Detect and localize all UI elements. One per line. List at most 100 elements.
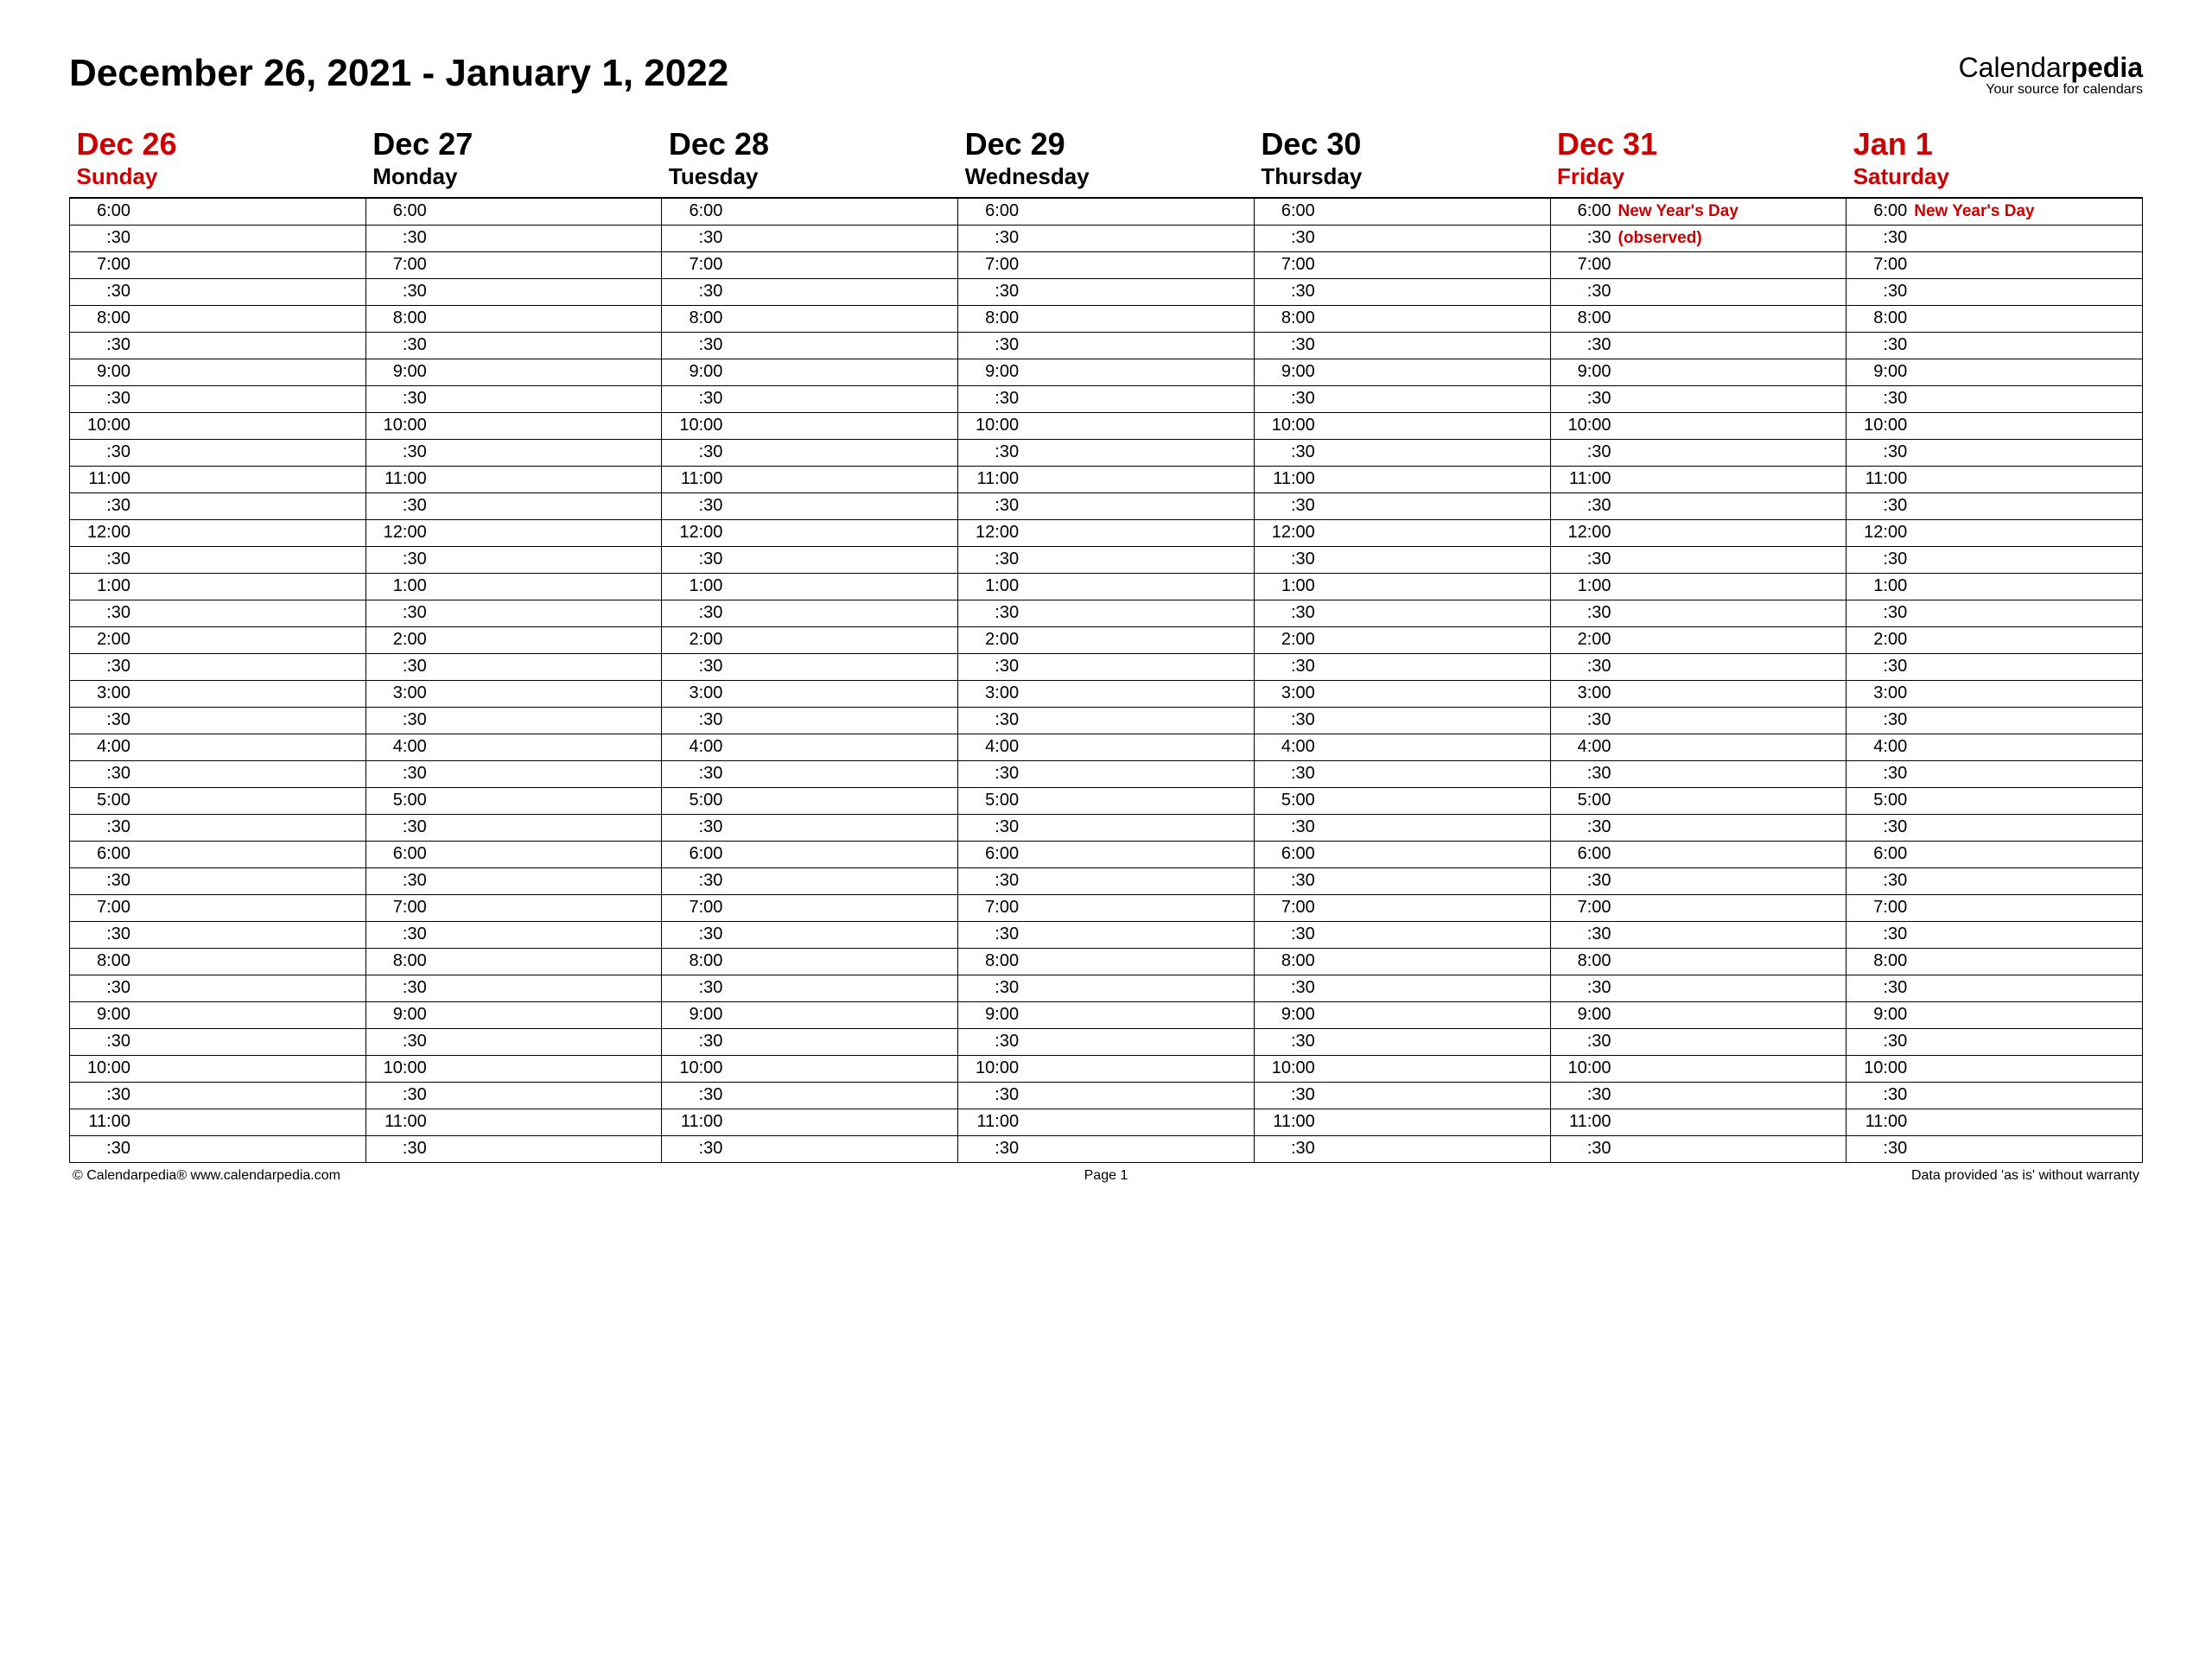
time-cell: :30 [70, 867, 366, 894]
time-label: 3:00 [1847, 683, 1910, 703]
time-cell: :30 [365, 332, 662, 359]
time-cell: 11:00 [70, 466, 366, 492]
time-label: 6:00 [1551, 844, 1615, 864]
time-row: 8:008:008:008:008:008:008:00 [70, 948, 2143, 975]
time-row: :30:30:30:30:30:30:30 [70, 278, 2143, 305]
time-cell: 5:00 [1847, 787, 2143, 814]
time-cell: :30 [365, 225, 662, 251]
time-label: :30 [958, 710, 1022, 730]
time-cell: :30 [958, 225, 1255, 251]
time-cell: 7:00 [958, 251, 1255, 278]
time-cell: 12:00 [958, 519, 1255, 546]
time-cell: :30 [958, 1028, 1255, 1055]
time-cell: 10:00 [1847, 412, 2143, 439]
time-label: 8:00 [70, 951, 134, 971]
time-cell: 12:00 [70, 519, 366, 546]
time-label: :30 [1551, 389, 1615, 409]
time-cell: 7:00 [365, 251, 662, 278]
time-label: :30 [70, 228, 134, 248]
time-cell: :30 [365, 439, 662, 466]
time-cell: :30 [958, 385, 1255, 412]
time-cell: :30 [365, 1028, 662, 1055]
time-row: :30:30:30:30:30:30:30 [70, 439, 2143, 466]
time-label: 6:00 [1255, 844, 1319, 864]
time-label: :30 [70, 335, 134, 355]
time-cell: :30 [70, 707, 366, 734]
time-cell: :30 [70, 1028, 366, 1055]
time-label: 1:00 [70, 576, 134, 596]
time-cell: :30 [958, 332, 1255, 359]
time-label: :30 [662, 603, 726, 623]
time-cell: 7:00 [70, 251, 366, 278]
time-row: :30:30:30:30:30:30:30 [70, 332, 2143, 359]
time-label: :30 [1847, 1139, 1910, 1159]
time-cell: 9:00 [70, 1001, 366, 1028]
time-label: :30 [70, 657, 134, 677]
time-label: :30 [958, 657, 1022, 677]
time-label: 11:00 [958, 469, 1022, 489]
time-cell: :30 [365, 492, 662, 519]
time-cell: 5:00 [958, 787, 1255, 814]
header: December 26, 2021 - January 1, 2022 Cale… [69, 52, 2143, 98]
time-label: :30 [1551, 764, 1615, 784]
time-label: 10:00 [662, 1058, 726, 1078]
time-row: 2:002:002:002:002:002:002:00 [70, 626, 2143, 653]
time-label: :30 [366, 496, 430, 516]
time-cell: :30 [1550, 814, 1847, 841]
time-row: 7:007:007:007:007:007:007:00 [70, 251, 2143, 278]
time-label: :30 [366, 1139, 430, 1159]
time-cell: 12:00 [662, 519, 958, 546]
time-cell: 6:00 [365, 198, 662, 226]
day-name: Friday [1557, 163, 1840, 190]
time-label: 2:00 [1847, 630, 1910, 650]
time-label: :30 [366, 817, 430, 837]
time-cell: :30 [958, 653, 1255, 680]
time-label: 10:00 [366, 1058, 430, 1078]
time-label: 7:00 [70, 898, 134, 918]
time-cell: :30 [365, 385, 662, 412]
time-cell: :30 [1254, 921, 1550, 948]
time-label: :30 [366, 389, 430, 409]
time-cell: 2:00 [365, 626, 662, 653]
time-cell: 6:00 [662, 198, 958, 226]
time-label: :30 [1551, 1139, 1615, 1159]
time-label: :30 [1847, 282, 1910, 302]
time-cell: :30 [365, 921, 662, 948]
time-label: :30 [1551, 817, 1615, 837]
time-cell: :30 [70, 492, 366, 519]
day-name: Saturday [1853, 163, 2136, 190]
time-label: :30 [366, 1085, 430, 1105]
time-label: 12:00 [366, 523, 430, 543]
time-label: 7:00 [662, 898, 726, 918]
time-label: :30 [958, 978, 1022, 998]
time-cell: 11:00 [365, 466, 662, 492]
time-cell: 1:00 [70, 573, 366, 600]
time-label: 8:00 [662, 951, 726, 971]
brand-right: pedia [2070, 52, 2143, 83]
time-cell: 11:00 [958, 1109, 1255, 1135]
time-label: :30 [70, 817, 134, 837]
time-cell: 7:00 [1847, 251, 2143, 278]
time-label: 6:00 [1847, 844, 1910, 864]
time-cell: :30(observed) [1550, 225, 1847, 251]
time-label: 11:00 [70, 469, 134, 489]
time-label: 9:00 [1255, 1005, 1319, 1025]
time-cell: :30 [1550, 546, 1847, 573]
time-label: :30 [70, 871, 134, 891]
time-label: :30 [1551, 1085, 1615, 1105]
time-cell: 5:00 [365, 787, 662, 814]
time-cell: 5:00 [70, 787, 366, 814]
time-label: 11:00 [958, 1112, 1022, 1132]
time-label: 2:00 [958, 630, 1022, 650]
time-cell: :30 [70, 1082, 366, 1109]
time-label: 2:00 [70, 630, 134, 650]
time-label: :30 [958, 442, 1022, 462]
time-label: :30 [70, 389, 134, 409]
time-row: :30:30:30:30:30:30:30 [70, 546, 2143, 573]
time-label: :30 [1847, 228, 1910, 248]
time-label: :30 [958, 871, 1022, 891]
time-label: 10:00 [1551, 416, 1615, 435]
time-label: :30 [958, 817, 1022, 837]
time-label: 12:00 [70, 523, 134, 543]
time-cell: 9:00 [662, 1001, 958, 1028]
